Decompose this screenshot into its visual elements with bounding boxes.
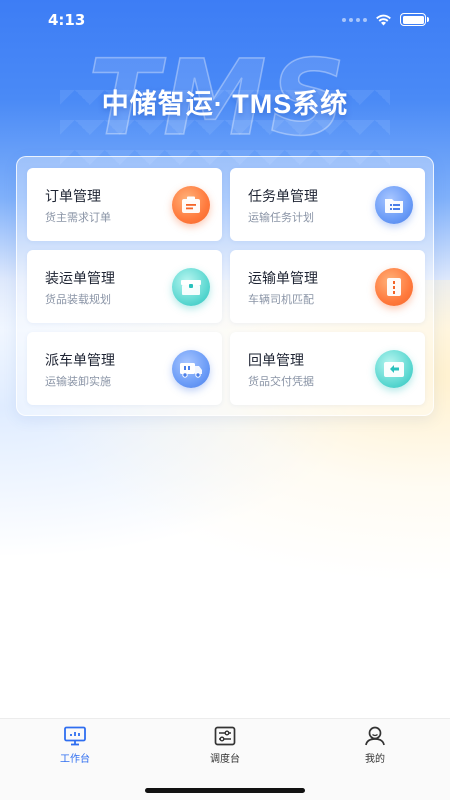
card-title: 任务单管理	[248, 189, 318, 205]
page-title: 中储智运· TMS系统	[101, 89, 349, 119]
card-subtitle: 运输装卸实施	[45, 375, 111, 388]
card-dispatch-management[interactable]: 派车单管理 运输装卸实施	[27, 332, 222, 405]
return-receipt-icon	[375, 350, 413, 388]
card-title: 运输单管理	[248, 271, 318, 287]
signal-icon	[342, 17, 367, 22]
card-transport-management[interactable]: 运输单管理 车辆司机匹配	[230, 250, 425, 323]
tab-workbench[interactable]: 工作台	[45, 726, 105, 765]
battery-icon	[400, 13, 429, 26]
user-icon	[365, 726, 385, 746]
status-time: 4:13	[48, 11, 86, 29]
clipboard-icon	[172, 186, 210, 224]
menu-panel: 订单管理 货主需求订单 任务单管理 运输任务计划 装运单管理 货品装载规划 运输…	[16, 156, 434, 416]
tab-dispatch[interactable]: 调度台	[195, 726, 255, 765]
monitor-icon	[64, 726, 86, 746]
dispatch-icon	[214, 726, 236, 746]
card-task-management[interactable]: 任务单管理 运输任务计划	[230, 168, 425, 241]
status-bar: 4:13	[0, 0, 450, 40]
card-subtitle: 运输任务计划	[248, 211, 314, 224]
document-icon	[375, 268, 413, 306]
card-order-management[interactable]: 订单管理 货主需求订单	[27, 168, 222, 241]
card-title: 派车单管理	[45, 353, 115, 369]
card-shipment-management[interactable]: 装运单管理 货品装载规划	[27, 250, 222, 323]
tab-label: 我的	[365, 754, 385, 765]
card-receipt-management[interactable]: 回单管理 货品交付凭据	[230, 332, 425, 405]
truck-icon	[172, 350, 210, 388]
card-subtitle: 车辆司机匹配	[248, 293, 314, 306]
card-subtitle: 货主需求订单	[45, 211, 111, 224]
card-title: 装运单管理	[45, 271, 115, 287]
wifi-icon	[376, 14, 391, 26]
card-title: 回单管理	[248, 353, 304, 369]
tab-label: 调度台	[210, 754, 240, 765]
card-subtitle: 货品装载规划	[45, 293, 111, 306]
folder-list-icon	[375, 186, 413, 224]
home-indicator	[145, 788, 305, 793]
box-icon	[172, 268, 210, 306]
card-subtitle: 货品交付凭据	[248, 375, 314, 388]
tab-mine[interactable]: 我的	[345, 726, 405, 765]
tab-label: 工作台	[60, 754, 90, 765]
status-icons	[342, 13, 429, 26]
card-title: 订单管理	[45, 189, 101, 205]
